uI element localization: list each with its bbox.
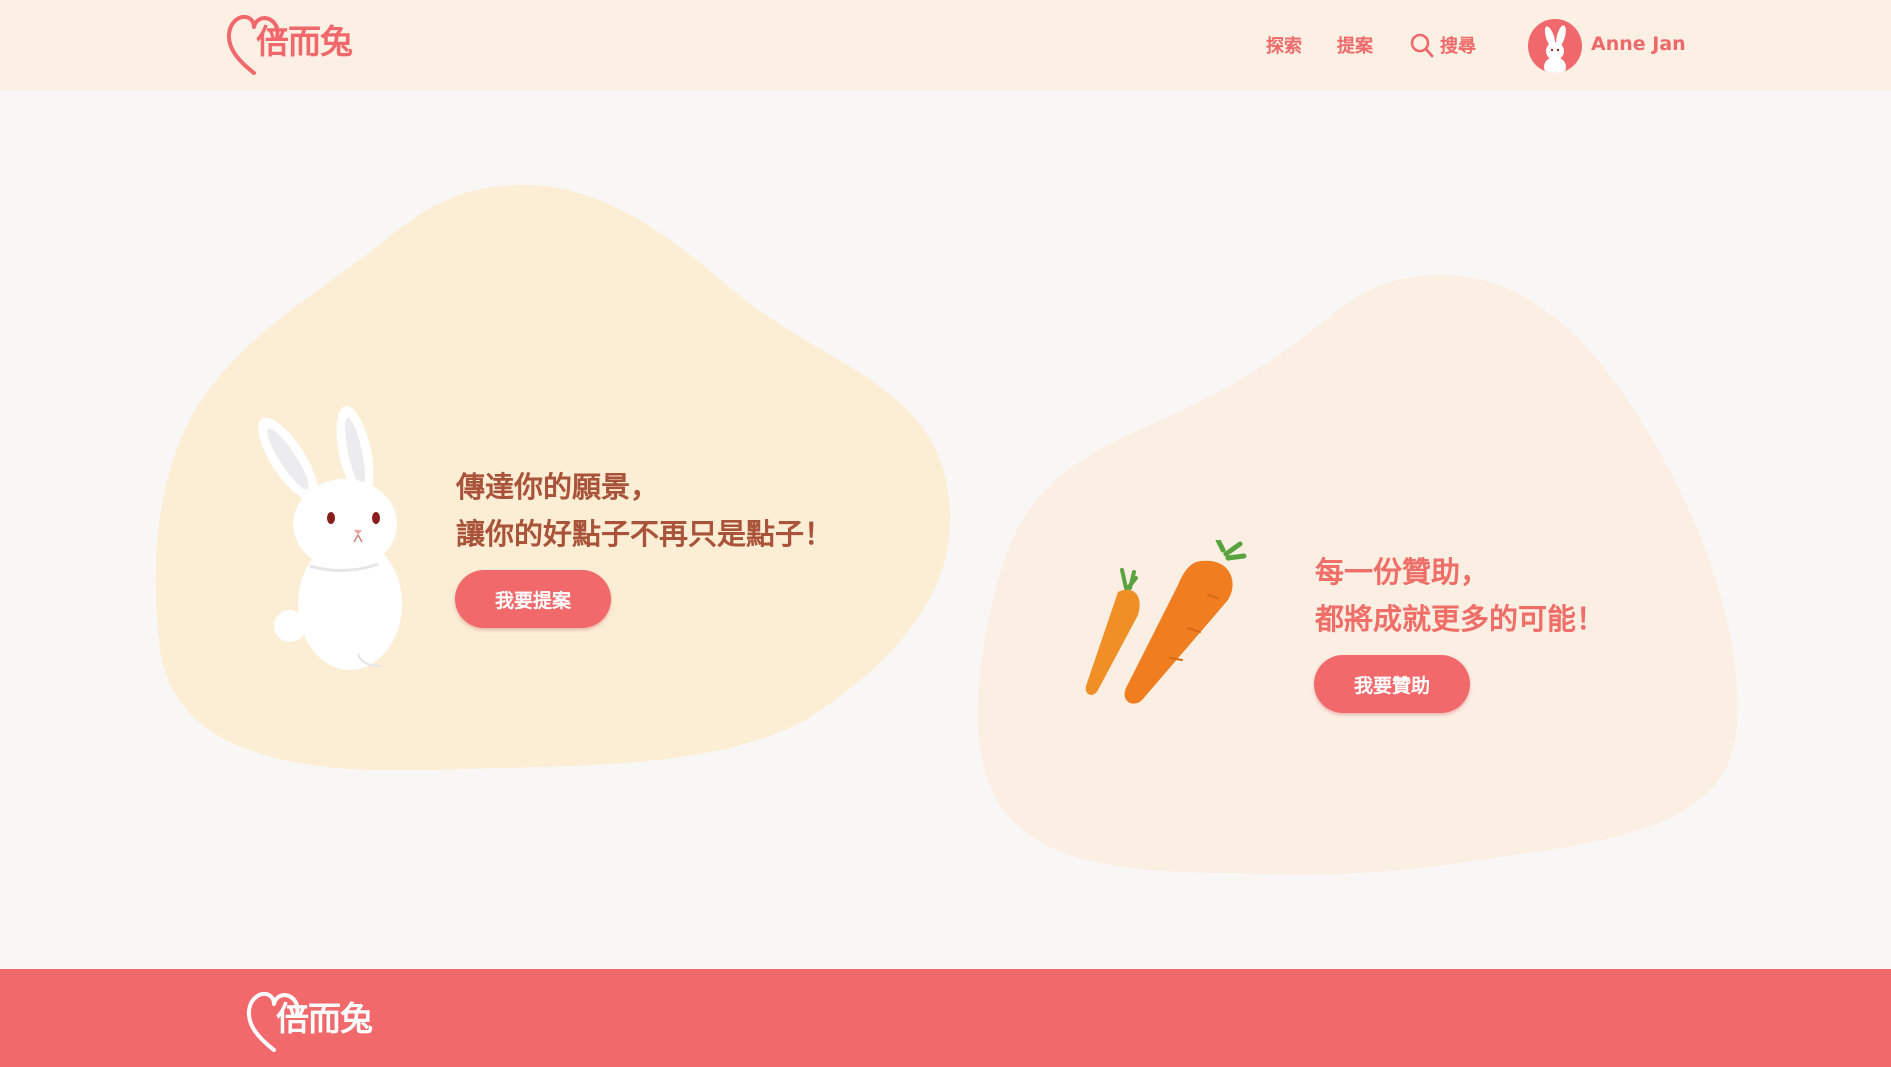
sponsor-headline-line2: 都將成就更多的可能！	[1315, 602, 1606, 636]
proposal-headline-line2: 讓你的好點子不再只是點子！	[456, 517, 834, 551]
carrot-illustration	[1085, 540, 1247, 704]
sponsor-headline-line1: 每一份贊助，	[1315, 555, 1490, 589]
nav-propose[interactable]: 提案	[1337, 32, 1373, 58]
sponsor-headline: 每一份贊助， 都將成就更多的可能！	[1315, 549, 1605, 643]
user-name[interactable]: Anne Jan	[1591, 33, 1686, 55]
bunny-avatar-icon	[1544, 25, 1566, 73]
nav-explore[interactable]: 探索	[1266, 32, 1302, 58]
proposal-headline: 傳達你的願景， 讓你的好點子不再只是點子！	[456, 464, 833, 558]
header: 倍而兔 探索 提案 搜尋 Anne Jan	[0, 0, 1891, 90]
footer-logo-text: 倍而兔	[276, 999, 373, 1038]
propose-button[interactable]: 我要提案	[455, 570, 611, 628]
footer-logo[interactable]: 倍而兔	[246, 990, 373, 1054]
rabbit-illustration	[258, 405, 402, 670]
avatar[interactable]	[1528, 19, 1582, 73]
logo[interactable]: 倍而兔	[226, 13, 353, 77]
nav-search[interactable]: 搜尋	[1440, 32, 1476, 58]
proposal-headline-line1: 傳達你的願景，	[456, 470, 660, 504]
search-icon[interactable]	[1410, 33, 1434, 58]
footer: 倍而兔	[0, 969, 1891, 1067]
logo-text: 倍而兔	[256, 22, 353, 61]
sponsor-button[interactable]: 我要贊助	[1314, 655, 1470, 713]
